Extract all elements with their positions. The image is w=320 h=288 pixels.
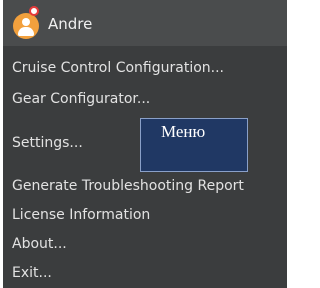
menu-item-cruise-control-configuration[interactable]: Cruise Control Configuration...: [12, 58, 224, 78]
menu-item-about[interactable]: About...: [12, 234, 67, 254]
menu-item-settings[interactable]: Settings...: [12, 133, 83, 153]
menu-item-generate-troubleshooting-report[interactable]: Generate Troubleshooting Report: [12, 176, 244, 196]
menu-item-gear-configurator[interactable]: Gear Configurator...: [12, 89, 150, 109]
menu-item-license-information[interactable]: License Information: [12, 205, 150, 225]
user-header[interactable]: Andre: [3, 0, 287, 46]
menu-item-exit[interactable]: Exit...: [12, 263, 52, 283]
notification-badge-icon: [29, 6, 39, 16]
annotation-box: Меню: [140, 118, 248, 172]
user-avatar-icon: [13, 13, 39, 39]
username-label: Andre: [48, 15, 93, 33]
annotation-label: Меню: [161, 122, 206, 141]
